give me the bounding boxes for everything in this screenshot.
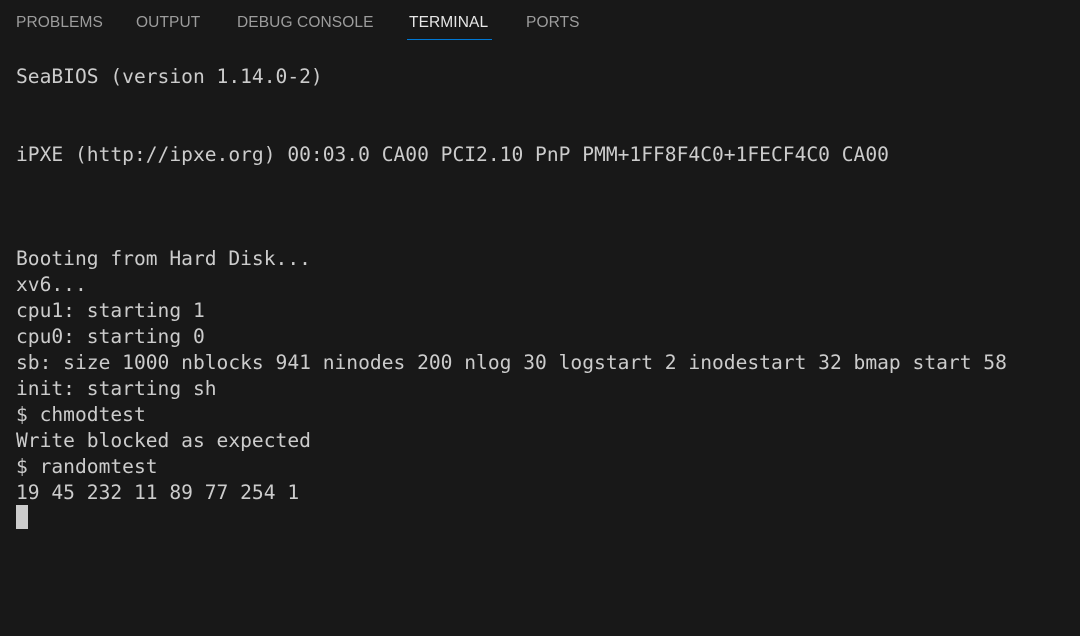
terminal-line: cpu1: starting 1	[16, 299, 205, 322]
terminal-line: SeaBIOS (version 1.14.0-2)	[16, 65, 323, 88]
tab-ports[interactable]: PORTS	[526, 13, 580, 33]
tab-debug-console[interactable]: DEBUG CONSOLE	[237, 13, 374, 33]
terminal-line: sb: size 1000 nblocks 941 ninodes 200 nl…	[16, 351, 1007, 374]
terminal-line: Write blocked as expected	[16, 429, 311, 452]
terminal-line: iPXE (http://ipxe.org) 00:03.0 CA00 PCI2…	[16, 143, 889, 166]
terminal-line: cpu0: starting 0	[16, 325, 205, 348]
terminal-panel: PROBLEMS OUTPUT DEBUG CONSOLE TERMINAL P…	[0, 0, 1080, 636]
terminal-line: $ chmodtest	[16, 403, 146, 426]
terminal-cursor	[16, 505, 28, 529]
terminal-output[interactable]: SeaBIOS (version 1.14.0-2) iPXE (http://…	[16, 64, 1066, 624]
terminal-line: 19 45 232 11 89 77 254 1	[16, 481, 300, 504]
tab-output[interactable]: OUTPUT	[136, 13, 200, 33]
panel-tab-bar: PROBLEMS OUTPUT DEBUG CONSOLE TERMINAL P…	[0, 0, 1080, 44]
terminal-line: init: starting sh	[16, 377, 217, 400]
tab-terminal[interactable]: TERMINAL	[409, 13, 488, 33]
active-tab-indicator	[407, 39, 492, 40]
terminal-line: xv6...	[16, 273, 87, 296]
terminal-line: $ randomtest	[16, 455, 158, 478]
tab-problems[interactable]: PROBLEMS	[16, 13, 103, 33]
terminal-line: Booting from Hard Disk...	[16, 247, 311, 270]
